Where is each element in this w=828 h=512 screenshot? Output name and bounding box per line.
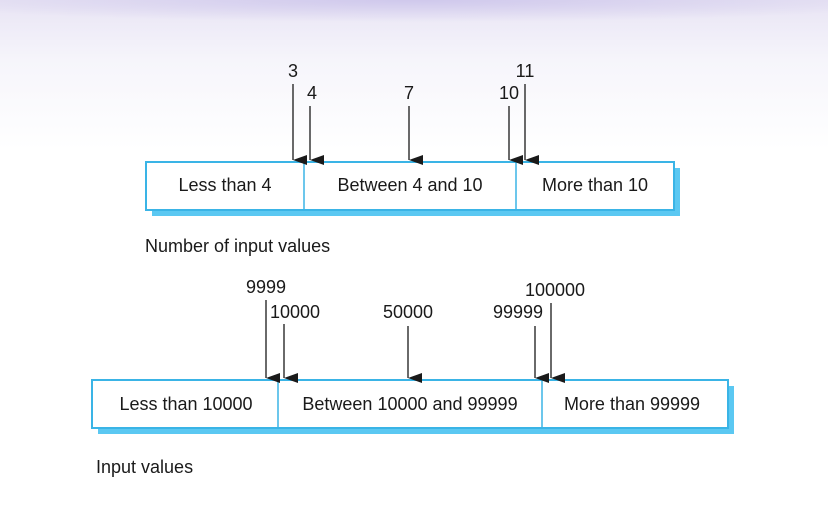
top-partition-label-low: Less than 4: [178, 175, 271, 195]
equivalence-partition-diagram: Less than 4 Between 4 and 10 More than 1…: [91, 61, 734, 477]
top-marker-label-11: 11: [516, 61, 535, 81]
bottom-partition-label-low: Less than 10000: [119, 394, 252, 414]
bottom-partition-label-high: More than 99999: [564, 394, 700, 414]
top-marker-label-3: 3: [288, 61, 298, 81]
bottom-caption: Input values: [96, 457, 193, 477]
bottom-marker-label-99999: 99999: [493, 302, 543, 322]
top-marker-label-7: 7: [404, 83, 414, 103]
bottom-marker-label-50000: 50000: [383, 302, 433, 322]
bottom-partition-label-mid: Between 10000 and 99999: [302, 394, 517, 414]
top-marker-label-10: 10: [499, 83, 519, 103]
bottom-marker-label-9999: 9999: [246, 277, 286, 297]
bottom-marker-label-10000: 10000: [270, 302, 320, 322]
bottom-marker-label-100000: 100000: [525, 280, 585, 300]
top-partition-label-mid: Between 4 and 10: [337, 175, 482, 195]
top-caption: Number of input values: [145, 236, 330, 256]
top-partition-diagram: Less than 4 Between 4 and 10 More than 1…: [145, 61, 680, 256]
top-partition-label-high: More than 10: [542, 175, 648, 195]
top-marker-label-4: 4: [307, 83, 317, 103]
bottom-partition-diagram: Less than 10000 Between 10000 and 99999 …: [91, 277, 734, 477]
